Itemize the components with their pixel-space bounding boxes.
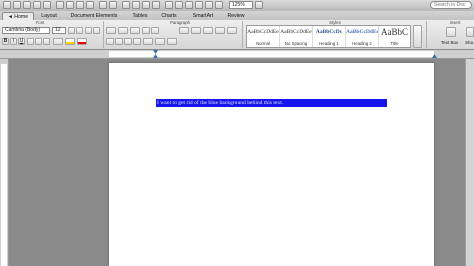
style-name: Heading 1 [319, 41, 339, 46]
style-name: Title [390, 41, 399, 46]
bullets-icon[interactable] [106, 27, 116, 34]
paragraph-settings-icon[interactable] [227, 27, 237, 34]
tab-document-elements[interactable]: Document Elements [64, 12, 124, 20]
justify-icon[interactable] [133, 38, 141, 45]
style-name: Normal [256, 41, 270, 46]
bold-button[interactable]: B [2, 38, 9, 45]
insert-group-label: Insert [449, 20, 461, 25]
strikethrough-icon[interactable] [27, 38, 34, 45]
clear-formatting-icon[interactable] [93, 27, 100, 34]
superscript-icon[interactable] [35, 38, 42, 45]
group-divider [426, 21, 427, 48]
table-icon[interactable] [122, 1, 130, 9]
tab-tables[interactable]: Tables [127, 12, 153, 20]
reference-tools-icon[interactable] [195, 1, 203, 9]
document-page[interactable]: I want to get rid of the blue background… [109, 63, 434, 266]
borders-icon[interactable] [167, 38, 177, 45]
italic-button[interactable]: I [10, 38, 17, 45]
numbering-icon[interactable] [118, 27, 128, 34]
tab-layout[interactable]: Layout [36, 12, 62, 20]
highlight-color-icon[interactable] [65, 38, 75, 45]
tab-review[interactable]: Review [223, 12, 249, 20]
group-divider [242, 21, 243, 48]
show-hide-paragraph-icon[interactable] [165, 1, 173, 9]
ruler-paper-area [109, 51, 434, 57]
group-divider [103, 21, 104, 48]
font-group-label: Font [35, 20, 45, 25]
horizontal-ruler[interactable] [0, 50, 474, 59]
templates-icon[interactable] [13, 1, 21, 9]
zoom-field[interactable]: 125% [229, 1, 253, 9]
style-heading-1[interactable]: AaBbCcDc Heading 1 [313, 26, 346, 47]
new-document-icon[interactable] [3, 1, 11, 9]
paste-icon[interactable] [76, 1, 84, 9]
shape-icon[interactable] [466, 27, 474, 37]
text-box-label[interactable]: Text Box [441, 40, 458, 45]
style-title[interactable]: AaBbC Title [379, 26, 410, 47]
vertical-ruler[interactable] [0, 59, 9, 266]
media-browser-icon[interactable] [175, 1, 183, 9]
shading-icon[interactable] [155, 38, 165, 45]
style-no-spacing[interactable]: AaBbCcDdEe No Spacing [280, 26, 313, 47]
help-icon[interactable] [255, 1, 263, 9]
line-spacing-icon[interactable] [143, 38, 153, 45]
tab-home[interactable]: ◄ Home [2, 12, 34, 20]
undo-icon[interactable] [99, 1, 107, 9]
copy-icon[interactable] [66, 1, 74, 9]
cut-icon[interactable] [56, 1, 64, 9]
scrapbook-icon[interactable] [185, 1, 193, 9]
ribbon: Font Paragraph Styles Insert Cambria (Bo… [0, 20, 474, 50]
redo-icon[interactable] [109, 1, 117, 9]
search-input[interactable]: Search in Doc [430, 1, 472, 9]
increase-indent-icon[interactable] [151, 27, 159, 34]
style-sample: AaBbCcDdEe [346, 29, 378, 35]
style-sample: AaBbCcDdEe [247, 29, 279, 35]
styles-gallery[interactable]: AaBbCcDdEe Normal AaBbCcDdEe No Spacing … [246, 25, 411, 48]
print-icon[interactable] [43, 1, 51, 9]
change-case-icon[interactable] [85, 27, 92, 34]
tab-smartart[interactable]: SmartArt [186, 12, 220, 20]
text-direction-icon[interactable] [203, 27, 213, 34]
sort-icon[interactable] [179, 27, 189, 34]
shape-label[interactable]: Sha [465, 40, 473, 45]
style-sample: AaBbC [381, 27, 408, 37]
styles-scroll-arrows[interactable] [413, 25, 422, 48]
format-painter-icon[interactable] [86, 1, 94, 9]
ruler-paper-area [1, 64, 7, 266]
multilevel-list-icon[interactable] [130, 27, 140, 34]
style-normal[interactable]: AaBbCcDdEe Normal [247, 26, 280, 47]
underline-button[interactable]: U [18, 38, 25, 45]
text-effects-icon[interactable] [53, 38, 63, 45]
font-color-icon[interactable] [77, 38, 87, 45]
font-size-dropdown[interactable]: 12 [52, 27, 66, 34]
object-palette-icon[interactable] [205, 1, 213, 9]
font-name-dropdown[interactable]: Cambria (Body) [2, 27, 50, 34]
style-name: Heading 2 [352, 41, 372, 46]
style-sample: AaBbCcDdEe [280, 29, 312, 35]
style-name: No Spacing [284, 41, 308, 46]
text-box-icon[interactable] [446, 27, 456, 37]
columns-layout-icon[interactable] [215, 27, 225, 34]
align-left-icon[interactable] [106, 38, 114, 45]
decrease-indent-icon[interactable] [142, 27, 150, 34]
shrink-font-icon[interactable] [76, 27, 83, 34]
style-heading-2[interactable]: AaBbCcDdEe Heading 2 [346, 26, 379, 47]
tab-charts[interactable]: Charts [156, 12, 182, 20]
open-icon[interactable] [23, 1, 31, 9]
align-center-icon[interactable] [115, 38, 123, 45]
subscript-icon[interactable] [43, 38, 50, 45]
sidebar-icon[interactable] [142, 1, 150, 9]
grow-font-icon[interactable] [68, 27, 75, 34]
save-icon[interactable] [33, 1, 41, 9]
paragraph-group-label: Paragraph [169, 20, 191, 25]
show-formatting-icon[interactable] [191, 27, 201, 34]
toolbox-icon[interactable] [152, 1, 160, 9]
vertical-scrollbar[interactable] [465, 59, 474, 266]
columns-icon[interactable] [132, 1, 140, 9]
selected-highlighted-text[interactable]: I want to get rid of the blue background… [156, 99, 387, 107]
formatting-palette-icon[interactable] [215, 1, 223, 9]
style-sample: AaBbCcDc [315, 29, 343, 35]
align-right-icon[interactable] [124, 38, 132, 45]
